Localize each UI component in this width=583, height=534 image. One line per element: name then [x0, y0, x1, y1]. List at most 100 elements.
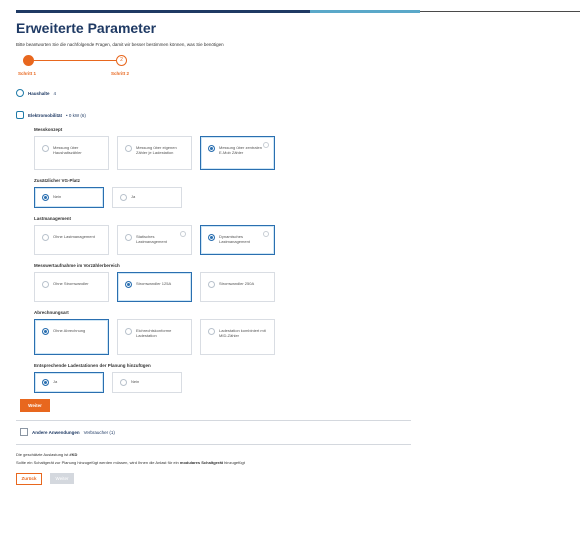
option-ja[interactable]: Ja	[112, 187, 182, 208]
options-messwertaufnahme: Ohne Stromwandler Stromwandler 125A Stro…	[34, 272, 411, 302]
step-1-indicator[interactable]	[23, 55, 34, 66]
auslastung-note: Die geschätzte Auslastung ist #KD	[16, 452, 411, 457]
radio-icon	[42, 194, 49, 201]
haushalte-header[interactable]: Haushalte 4	[16, 89, 411, 97]
schaltgeraet-text-end: hinzugefügt	[223, 460, 245, 465]
radio-icon	[42, 234, 49, 241]
radio-icon	[42, 379, 49, 386]
haushalte-count: 4	[53, 90, 57, 96]
info-icon[interactable]	[180, 231, 186, 237]
weiter-button-disabled[interactable]: Weiter	[50, 473, 74, 484]
option-ladestationen-nein[interactable]: Nein	[112, 372, 182, 393]
option-dynamisches-lastmanagement[interactable]: Dynamisches Lastmanagement	[200, 225, 275, 255]
option-label: Ohne Stromwandler	[53, 281, 89, 286]
options-lastmanagement: Ohne Lastmanagement Statisches Lastmanag…	[34, 225, 411, 255]
option-label: Stromwandler 250A	[219, 281, 255, 286]
option-stromwandler-250a[interactable]: Stromwandler 250A	[200, 272, 275, 302]
step-2-indicator[interactable]: 2	[116, 55, 127, 66]
option-label: Ohne Lastmanagement	[53, 234, 95, 239]
option-ladestation-mid-zaehler[interactable]: Ladestation kombiniert mit MID-Zähler	[200, 319, 275, 355]
option-ohne-stromwandler[interactable]: Ohne Stromwandler	[34, 272, 109, 302]
elektro-header[interactable]: Elektromobilität • 0 kW (6)	[16, 111, 411, 119]
section-title-vg-platz: Zusätzlicher VG-Platz	[34, 178, 81, 183]
schaltgeraet-bold: modulares Schaltgerät	[179, 460, 224, 465]
option-label: Messung über Haushaltszähler	[53, 145, 82, 155]
radio-icon	[125, 145, 132, 152]
section-title-ladestationen: Entsprechende Ladestationen der Planung …	[34, 363, 151, 368]
option-statisches-lastmanagement[interactable]: Statisches Lastmanagement	[117, 225, 192, 255]
stepper-line	[34, 60, 116, 61]
schaltgeraet-note: Sollte ein Schaltgerät zur Planung hinzu…	[16, 460, 411, 465]
radio-icon	[208, 234, 215, 241]
radio-icon	[125, 328, 132, 335]
option-ohne-abrechnung[interactable]: Ohne Abrechnung	[34, 319, 109, 355]
option-ohne-lastmanagement[interactable]: Ohne Lastmanagement	[34, 225, 109, 255]
top-divider-line	[420, 11, 580, 12]
haushalte-label: Haushalte	[28, 90, 50, 96]
option-nein[interactable]: Nein	[34, 187, 104, 208]
auslastung-text: Die geschätzte Auslastung ist	[16, 452, 70, 457]
option-label: Ja	[53, 379, 58, 384]
radio-icon	[42, 281, 49, 288]
page-subtitle: Bitte beantworten Sie die nachfolgende F…	[16, 42, 224, 47]
option-label: Dynamisches Lastmanagement	[219, 234, 250, 244]
options-abrechnungsart: Ohne Abrechnung Eichrechtskonforme Lades…	[34, 319, 411, 355]
page-title: Erweiterte Parameter	[16, 20, 157, 36]
option-messung-haushaltszaehler[interactable]: Messung über Haushaltszähler	[34, 136, 109, 170]
progress-stepper: 2 Schritt 1 Schritt 2	[16, 53, 411, 83]
radio-icon	[208, 328, 215, 335]
section-title-messkonzept: Messkonzept	[34, 127, 63, 132]
auslastung-value: #KD	[69, 452, 78, 457]
option-label: Nein	[131, 379, 140, 384]
radio-icon	[125, 281, 132, 288]
schaltgeraet-text: Sollte ein Schaltgerät zur Planung hinzu…	[16, 460, 180, 465]
option-label: Nein	[53, 194, 62, 199]
elektro-meta: • 0 kW (6)	[66, 112, 86, 118]
option-messung-eigener-zaehler[interactable]: Messung über eigenen Zähler je Ladestati…	[117, 136, 192, 170]
divider	[16, 444, 411, 445]
house-icon	[16, 89, 24, 97]
top-navigation-accent	[310, 10, 420, 13]
option-ladestationen-ja[interactable]: Ja	[34, 372, 104, 393]
options-vg-platz: Nein Ja	[34, 187, 411, 208]
info-icon[interactable]	[263, 231, 269, 237]
checkbox-icon	[20, 428, 28, 436]
andere-label: Andere Anwendungen	[32, 429, 80, 435]
elektro-label: Elektromobilität	[28, 112, 63, 118]
andere-meta: Verbraucher (1)	[83, 429, 115, 435]
section-title-messwertaufnahme: Messwertaufnahme im Vorzählerbereich	[34, 263, 120, 268]
option-label: Stromwandler 125A	[136, 281, 172, 286]
bottom-actions: Zurück Weiter	[16, 473, 411, 485]
step-2-label: Schritt 2	[111, 71, 130, 76]
radio-icon	[208, 281, 215, 288]
parameter-form: Messkonzept Messung über Haushaltszähler…	[34, 127, 411, 393]
option-label: Messung über eigenen Zähler je Ladestati…	[136, 145, 177, 155]
weiter-button[interactable]: Weiter	[20, 399, 50, 412]
radio-icon	[208, 145, 215, 152]
option-label: Statisches Lastmanagement	[136, 234, 167, 244]
option-label: Ja	[131, 194, 136, 199]
step-1-label: Schritt 1	[18, 71, 37, 76]
zurueck-button[interactable]: Zurück	[16, 473, 42, 485]
option-label: Messung über zentralen E-Mob Zähler	[219, 145, 262, 155]
divider	[16, 420, 411, 421]
option-label: Ohne Abrechnung	[53, 328, 86, 333]
radio-icon	[125, 234, 132, 241]
radio-icon	[42, 328, 49, 335]
page-content: Erweiterte Parameter Bitte beantworten S…	[16, 14, 411, 485]
option-label: Eichrechtskonforme Ladestation	[136, 328, 172, 338]
option-stromwandler-125a[interactable]: Stromwandler 125A	[117, 272, 192, 302]
options-ladestationen: Ja Nein	[34, 372, 411, 393]
info-icon[interactable]	[263, 142, 269, 148]
section-title-lastmanagement: Lastmanagement	[34, 216, 72, 221]
andere-anwendungen-header[interactable]: Andere Anwendungen Verbraucher (1)	[20, 428, 411, 436]
option-messung-zentraler-zaehler[interactable]: Messung über zentralen E-Mob Zähler	[200, 136, 275, 170]
radio-icon	[120, 379, 127, 386]
radio-icon	[120, 194, 127, 201]
car-icon	[16, 111, 24, 119]
radio-icon	[42, 145, 49, 152]
option-eichrechtskonforme-ladestation[interactable]: Eichrechtskonforme Ladestation	[117, 319, 192, 355]
section-title-abrechnungsart: Abrechnungsart	[34, 310, 69, 315]
option-label: Ladestation kombiniert mit MID-Zähler	[219, 328, 266, 338]
options-messkonzept: Messung über Haushaltszähler Messung übe…	[34, 136, 411, 170]
